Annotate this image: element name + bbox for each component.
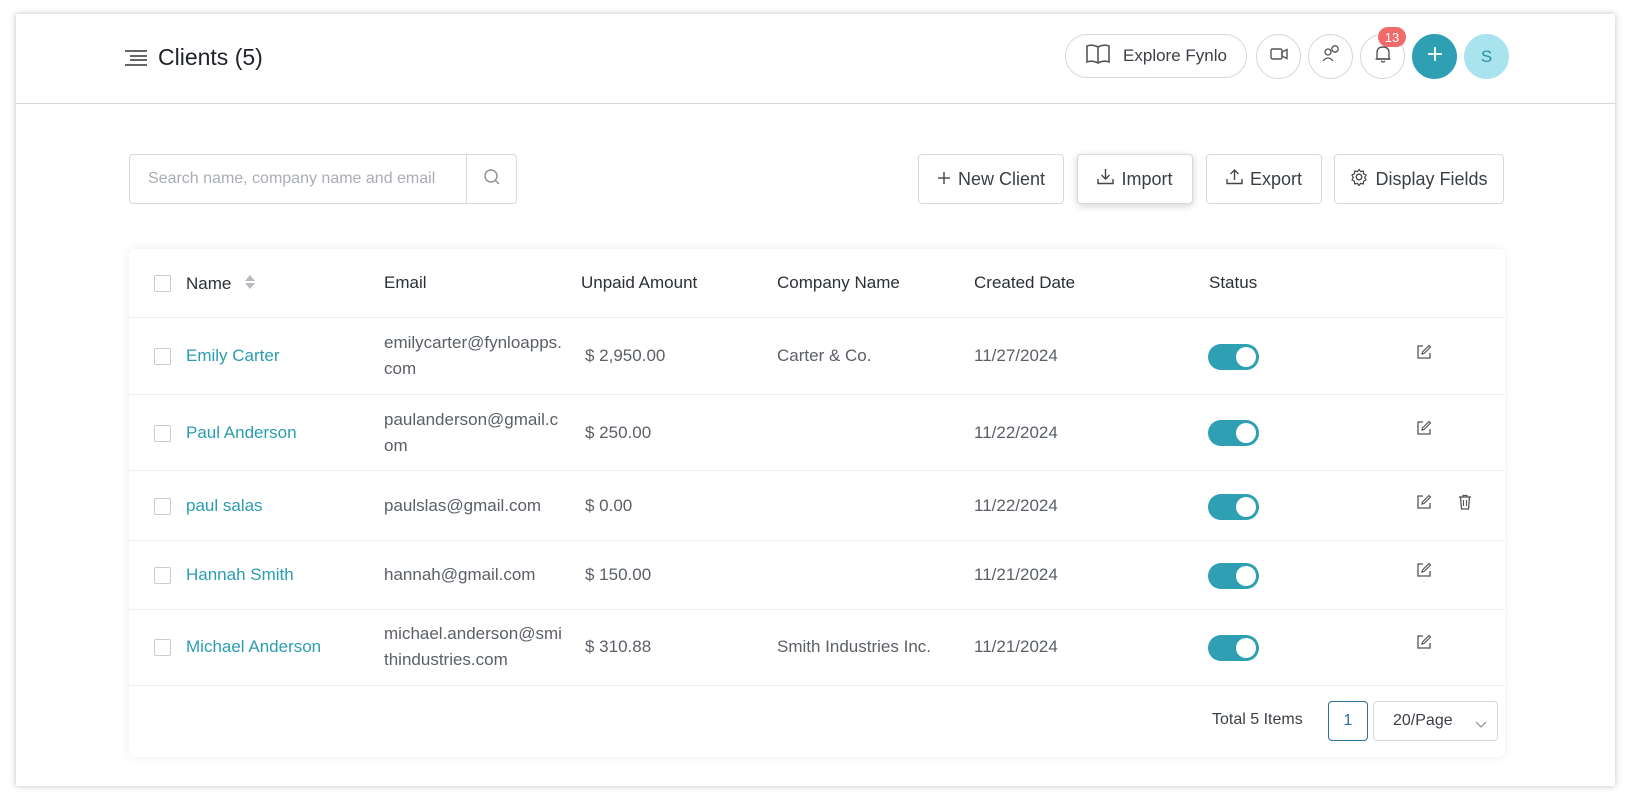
import-label: Import <box>1121 168 1173 189</box>
edit-icon[interactable] <box>1415 419 1433 437</box>
created-date: 11/27/2024 <box>974 346 1058 365</box>
page-button-current[interactable]: 1 <box>1328 701 1368 741</box>
menu-icon[interactable] <box>124 49 148 67</box>
client-name-link[interactable]: paul salas <box>186 493 263 519</box>
client-email: michael.anderson@smithindustries.com <box>384 624 562 669</box>
title-area: Clients (5) <box>124 44 263 71</box>
sort-icon[interactable] <box>244 273 256 296</box>
search-box <box>129 154 517 204</box>
trash-icon[interactable] <box>1456 493 1474 511</box>
row-checkbox[interactable] <box>154 498 171 515</box>
notification-badge: 13 <box>1378 27 1406 47</box>
created-date: 11/21/2024 <box>974 565 1058 584</box>
new-client-button[interactable]: New Client <box>918 154 1064 204</box>
created-date: 11/21/2024 <box>974 637 1058 656</box>
export-button[interactable]: Export <box>1206 154 1322 204</box>
page-number: 1 <box>1343 712 1353 729</box>
unpaid-amount: $ 150.00 <box>585 565 652 584</box>
status-toggle[interactable] <box>1208 635 1259 661</box>
total-items: Total 5 Items <box>1212 711 1303 728</box>
search-icon <box>483 168 501 191</box>
page-size-select[interactable]: 20/Page <box>1373 701 1498 741</box>
client-name-link[interactable]: Michael Anderson <box>186 634 321 660</box>
table-row: Paul Anderson paulanderson@gmail.com $ 2… <box>129 395 1505 471</box>
created-date: 11/22/2024 <box>974 423 1058 442</box>
display-fields-label: Display Fields <box>1375 168 1488 189</box>
page-title: Clients (5) <box>158 44 263 70</box>
gear-icon <box>1350 168 1368 191</box>
table-row: Michael Anderson michael.anderson@smithi… <box>129 610 1505 686</box>
status-toggle[interactable] <box>1208 420 1259 446</box>
download-icon <box>1097 168 1115 190</box>
table-row: Emily Carter emilycarter@fynloapps.com $… <box>129 318 1505 395</box>
book-icon <box>1085 43 1111 70</box>
created-date: 11/22/2024 <box>974 496 1058 515</box>
notifications-button[interactable]: 13 <box>1360 27 1406 79</box>
company-name: Carter & Co. <box>777 346 872 365</box>
search-input[interactable] <box>130 155 466 203</box>
add-button[interactable] <box>1412 34 1457 79</box>
search-button[interactable] <box>466 155 516 203</box>
client-email: emilycarter@fynloapps.com <box>384 333 562 378</box>
avatar-initial: S <box>1480 46 1493 66</box>
column-header-company: Company Name <box>777 273 900 292</box>
table-row: paul salas paulslas@gmail.com $ 0.00 11/… <box>129 471 1505 541</box>
client-name-link[interactable]: Paul Anderson <box>186 420 297 446</box>
plus-icon <box>1427 46 1443 67</box>
video-icon <box>1269 47 1288 66</box>
row-checkbox[interactable] <box>154 348 171 365</box>
company-name: Smith Industries Inc. <box>777 637 932 656</box>
edit-icon[interactable] <box>1415 561 1433 579</box>
client-email: paulanderson@gmail.com <box>384 410 559 455</box>
edit-icon[interactable] <box>1415 493 1433 511</box>
chevron-down-icon <box>1475 716 1487 734</box>
avatar[interactable]: S <box>1464 34 1509 79</box>
unpaid-amount: $ 310.88 <box>585 637 652 656</box>
import-button[interactable]: Import <box>1077 154 1193 204</box>
row-checkbox[interactable] <box>154 567 171 584</box>
video-button[interactable] <box>1256 34 1301 79</box>
status-toggle[interactable] <box>1208 494 1259 520</box>
table-row: Hannah Smith hannah@gmail.com $ 150.00 1… <box>129 541 1505 610</box>
unpaid-amount: $ 2,950.00 <box>585 346 666 365</box>
app-window: Clients (5) Explore Fynlo 13 S Search na… <box>16 14 1615 786</box>
new-client-label: New Client <box>957 168 1046 189</box>
client-email: paulslas@gmail.com <box>384 496 542 515</box>
unpaid-amount: $ 0.00 <box>585 496 633 515</box>
export-label: Export <box>1249 168 1303 189</box>
explore-label: Explore Fynlo <box>1123 46 1227 65</box>
page-size-value: 20/Page <box>1393 712 1453 729</box>
column-header-label: Name <box>186 273 232 293</box>
plus-icon <box>937 169 951 190</box>
edit-icon[interactable] <box>1415 633 1433 651</box>
unpaid-amount: $ 250.00 <box>585 423 652 442</box>
support-icon <box>1321 44 1341 69</box>
column-header-name[interactable]: Name <box>186 273 256 296</box>
upload-icon <box>1226 168 1243 190</box>
column-header-created: Created Date <box>974 273 1076 292</box>
row-checkbox[interactable] <box>154 639 171 656</box>
select-all-checkbox[interactable] <box>154 275 171 292</box>
table-header: Name Email Unpaid Amount Company Name Cr… <box>129 249 1505 318</box>
explore-button[interactable]: Explore Fynlo <box>1065 34 1247 78</box>
client-name-link[interactable]: Emily Carter <box>186 343 280 369</box>
top-header: Clients (5) Explore Fynlo 13 S <box>16 14 1615 104</box>
edit-icon[interactable] <box>1415 343 1433 361</box>
bell-icon <box>1374 44 1392 69</box>
support-button[interactable] <box>1308 34 1353 79</box>
column-header-email: Email <box>384 273 427 292</box>
clients-table: Name Email Unpaid Amount Company Name Cr… <box>129 249 1505 757</box>
client-email: hannah@gmail.com <box>384 565 536 584</box>
column-header-unpaid: Unpaid Amount <box>581 273 698 292</box>
display-fields-button[interactable]: Display Fields <box>1334 154 1504 204</box>
column-header-status: Status <box>1209 273 1258 292</box>
client-name-link[interactable]: Hannah Smith <box>186 562 294 588</box>
row-checkbox[interactable] <box>154 425 171 442</box>
status-toggle[interactable] <box>1208 563 1259 589</box>
status-toggle[interactable] <box>1208 344 1259 370</box>
